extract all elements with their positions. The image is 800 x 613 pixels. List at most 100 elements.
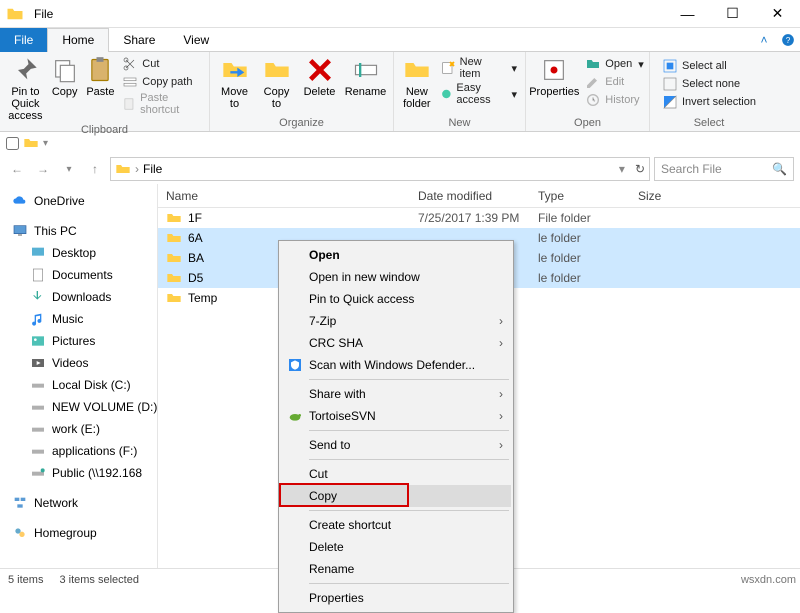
- pin-quick-access-button[interactable]: Pin to Quick access: [4, 54, 47, 124]
- new-folder-button[interactable]: New folder: [398, 54, 436, 112]
- copy-button[interactable]: Copy: [47, 54, 83, 100]
- copy-path-button[interactable]: Copy path: [118, 74, 205, 90]
- tab-home[interactable]: Home: [47, 28, 109, 52]
- rename-button[interactable]: Rename: [342, 54, 390, 100]
- drive-icon: [30, 399, 46, 415]
- ctx-label: Rename: [309, 562, 354, 576]
- column-headers: Name Date modified Type Size: [158, 184, 800, 208]
- cut-button[interactable]: Cut: [118, 56, 205, 72]
- sidebar-item-music[interactable]: Music: [0, 308, 157, 330]
- context-menu: Open Open in new window Pin to Quick acc…: [278, 240, 514, 613]
- ctx-label: Create shortcut: [309, 518, 391, 532]
- copy-to-button[interactable]: Copy to: [256, 54, 298, 112]
- refresh-icon[interactable]: ↻: [635, 162, 645, 176]
- ctx-label: Cut: [309, 467, 328, 481]
- paste-shortcut-icon: [122, 96, 136, 112]
- dropdown-icon[interactable]: ▾: [619, 162, 625, 176]
- sidebar-label: NEW VOLUME (D:): [52, 400, 157, 414]
- delete-icon: [306, 56, 334, 84]
- sidebar-item-pictures[interactable]: Pictures: [0, 330, 157, 352]
- properties-icon: [540, 56, 568, 84]
- sidebar-item-homegroup[interactable]: Homegroup: [0, 522, 157, 544]
- folder-icon: [166, 290, 182, 306]
- rename-label: Rename: [345, 86, 387, 98]
- up-button[interactable]: ↑: [84, 158, 106, 180]
- paste-button[interactable]: Paste: [83, 54, 119, 100]
- documents-icon: [30, 267, 46, 283]
- properties-button[interactable]: Properties: [527, 54, 581, 100]
- easy-access-button[interactable]: Easy access▾: [436, 82, 521, 106]
- sidebar-item-thispc[interactable]: This PC: [0, 220, 157, 242]
- ctx-send-to[interactable]: Send to›: [281, 434, 511, 456]
- maximize-button[interactable]: ☐: [710, 0, 755, 28]
- new-folder-label: New folder: [403, 86, 431, 110]
- sidebar-item-videos[interactable]: Videos: [0, 352, 157, 374]
- ctx-create-shortcut[interactable]: Create shortcut: [281, 514, 511, 536]
- ctx-open[interactable]: Open: [281, 244, 511, 266]
- chevron-right-icon: ›: [499, 387, 503, 401]
- tab-view[interactable]: View: [169, 28, 223, 52]
- column-type[interactable]: Type: [538, 189, 638, 203]
- ctx-rename[interactable]: Rename: [281, 558, 511, 580]
- ctx-defender[interactable]: Scan with Windows Defender...: [281, 354, 511, 376]
- ctx-crc-sha[interactable]: CRC SHA›: [281, 332, 511, 354]
- ctx-delete[interactable]: Delete: [281, 536, 511, 558]
- column-size[interactable]: Size: [638, 189, 698, 203]
- sidebar-item-appf[interactable]: applications (F:): [0, 440, 157, 462]
- sidebar-label: Desktop: [52, 246, 96, 260]
- sidebar-item-documents[interactable]: Documents: [0, 264, 157, 286]
- ctx-pin-quick-access[interactable]: Pin to Quick access: [281, 288, 511, 310]
- delete-button[interactable]: Delete: [298, 54, 342, 100]
- search-box[interactable]: Search File 🔍: [654, 157, 794, 181]
- sidebar-item-network[interactable]: Network: [0, 492, 157, 514]
- navigation-pane: OneDrive This PC Desktop Documents Downl…: [0, 184, 158, 568]
- ctx-copy[interactable]: Copy: [281, 485, 511, 507]
- sidebar-item-downloads[interactable]: Downloads: [0, 286, 157, 308]
- paste-shortcut-button[interactable]: Paste shortcut: [118, 92, 205, 116]
- sidebar-item-newvol[interactable]: NEW VOLUME (D:): [0, 396, 157, 418]
- clipboard-group-label: Clipboard: [81, 124, 128, 138]
- invert-selection-button[interactable]: Invert selection: [658, 94, 760, 110]
- sidebar-item-onedrive[interactable]: OneDrive: [0, 190, 157, 212]
- ribbon-group-clipboard: Pin to Quick access Copy Paste Cut Copy …: [0, 52, 210, 131]
- history-label: History: [605, 94, 639, 106]
- select-all-button[interactable]: Select all: [658, 58, 760, 74]
- sidebar-item-public[interactable]: Public (\\192.168: [0, 462, 157, 484]
- file-type: le folder: [538, 231, 638, 245]
- ctx-share-with[interactable]: Share with›: [281, 383, 511, 405]
- column-date[interactable]: Date modified: [418, 189, 538, 203]
- ctx-7zip[interactable]: 7-Zip›: [281, 310, 511, 332]
- folder-icon: [115, 161, 131, 177]
- sidebar-item-worke[interactable]: work (E:): [0, 418, 157, 440]
- open-button[interactable]: Open▾: [581, 56, 647, 72]
- ctx-cut[interactable]: Cut: [281, 463, 511, 485]
- recent-locations-button[interactable]: ▾: [58, 158, 80, 180]
- ctx-open-new-window[interactable]: Open in new window: [281, 266, 511, 288]
- forward-button[interactable]: →: [32, 158, 54, 180]
- address-bar[interactable]: › File ▾ ↻: [110, 157, 650, 181]
- sidebar-item-desktop[interactable]: Desktop: [0, 242, 157, 264]
- ctx-properties[interactable]: Properties: [281, 587, 511, 609]
- move-to-icon: [221, 56, 249, 84]
- help-icon[interactable]: ?: [776, 33, 800, 47]
- select-checkbox[interactable]: [6, 137, 19, 150]
- select-none-button[interactable]: Select none: [658, 76, 760, 92]
- table-row[interactable]: 1F7/25/2017 1:39 PMFile folder: [158, 208, 800, 228]
- minimize-button[interactable]: —: [665, 0, 710, 28]
- sidebar-item-localdisk[interactable]: Local Disk (C:): [0, 374, 157, 396]
- close-button[interactable]: ✕: [755, 0, 800, 28]
- collapse-ribbon-icon[interactable]: ˄: [752, 33, 776, 47]
- tab-file[interactable]: File: [0, 28, 47, 52]
- ribbon-tabs: File Home Share View ˄ ?: [0, 28, 800, 52]
- ctx-tortoisesvn[interactable]: TortoiseSVN›: [281, 405, 511, 427]
- back-button[interactable]: ←: [6, 158, 28, 180]
- new-item-button[interactable]: New item▾: [436, 56, 521, 80]
- ctx-separator: [309, 379, 509, 380]
- title-bar: File — ☐ ✕: [0, 0, 800, 28]
- paste-label: Paste: [86, 86, 114, 98]
- folder-icon: [166, 250, 182, 266]
- ctx-label: Pin to Quick access: [309, 292, 414, 306]
- tab-share[interactable]: Share: [109, 28, 169, 52]
- move-to-button[interactable]: Move to: [214, 54, 256, 112]
- column-name[interactable]: Name: [158, 189, 418, 203]
